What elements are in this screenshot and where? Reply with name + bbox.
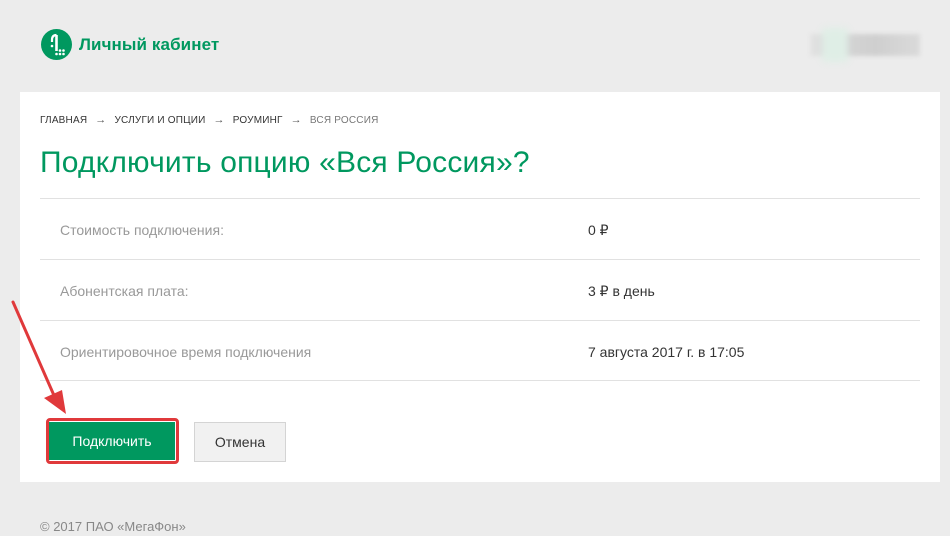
megafon-logo-icon bbox=[41, 29, 72, 60]
page-title: Подключить опцию «Вся Россия»? bbox=[40, 146, 530, 179]
connect-button[interactable]: Подключить bbox=[49, 422, 175, 460]
breadcrumb-item-services[interactable]: Услуги и опции bbox=[114, 115, 205, 126]
breadcrumb-separator: → bbox=[290, 114, 302, 126]
table-row: Ориентировочное время подключения 7 авгу… bbox=[40, 320, 920, 381]
table-row: Стоимость подключения: 0 ₽ bbox=[40, 198, 920, 259]
row-label: Стоимость подключения: bbox=[60, 222, 224, 238]
logo[interactable]: Личный кабинет bbox=[41, 29, 219, 60]
cancel-button[interactable]: Отмена bbox=[194, 422, 286, 462]
row-value: 0 ₽ bbox=[588, 222, 609, 238]
details-table: Стоимость подключения: 0 ₽ Абонентская п… bbox=[40, 198, 920, 381]
header: Личный кабинет bbox=[0, 0, 950, 90]
breadcrumb-item-current: Вся Россия bbox=[309, 114, 379, 126]
row-label: Абонентская плата: bbox=[60, 283, 189, 299]
row-value: 3 ₽ в день bbox=[588, 283, 655, 299]
row-label: Ориентировочное время подключения bbox=[60, 344, 312, 360]
breadcrumb-item-roaming[interactable]: Роуминг bbox=[233, 115, 283, 126]
breadcrumb-separator: → bbox=[95, 114, 107, 126]
main-card: Главная → Услуги и опции → Роуминг → Вся… bbox=[20, 92, 940, 482]
breadcrumb-separator: → bbox=[213, 114, 225, 126]
logo-text: Личный кабинет bbox=[79, 34, 220, 54]
table-row: Абонентская плата: 3 ₽ в день bbox=[40, 259, 920, 320]
footer-copyright: © 2017 ПАО «МегаФон» bbox=[40, 519, 186, 534]
breadcrumb-item-home[interactable]: Главная bbox=[40, 115, 87, 126]
row-value: 7 августа 2017 г. в 17:05 bbox=[588, 344, 745, 360]
breadcrumb: Главная → Услуги и опции → Роуминг → Вся… bbox=[40, 114, 379, 126]
user-menu-blurred[interactable] bbox=[810, 28, 920, 62]
